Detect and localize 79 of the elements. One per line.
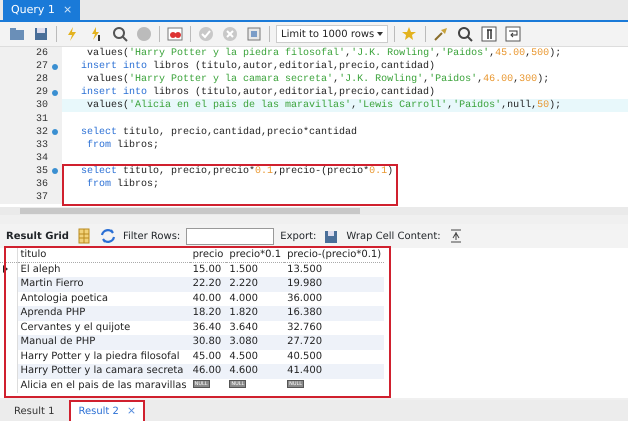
- caret-icon: [377, 32, 383, 36]
- export-label: Export:: [280, 230, 316, 244]
- column-header[interactable]: precio: [190, 248, 226, 262]
- table-cell: 27.720: [284, 335, 384, 350]
- code-line: select titulo, precio,cantidad,precio*cantidad: [81, 126, 358, 140]
- limit-dropdown[interactable]: Limit to 1000 rows: [276, 25, 388, 43]
- table-cell: Harry Potter y la camara secreta: [17, 364, 190, 378]
- table-cell: 36.000: [284, 292, 384, 306]
- table-cell: 36.40: [190, 320, 226, 335]
- line-number: 26: [36, 47, 48, 61]
- line-number: 27: [36, 60, 48, 74]
- wrap-label: Wrap Cell Content:: [346, 230, 441, 244]
- table-cell: 1.820: [226, 306, 284, 320]
- table-cell: Aprenda PHP: [17, 306, 190, 320]
- search-icon[interactable]: [456, 25, 474, 43]
- table-cell: 22.20: [190, 277, 226, 292]
- toggle-icon[interactable]: [166, 25, 184, 43]
- folder-icon[interactable]: [8, 25, 26, 43]
- table-cell: 13.500: [284, 262, 384, 277]
- panel-icon[interactable]: [245, 25, 263, 43]
- scrollbar-thumb[interactable]: [20, 208, 360, 214]
- line-number: 34: [36, 152, 48, 166]
- code-line: select titulo, precio,precio*0.1,precio-(precio*0.1): [81, 164, 394, 178]
- table-cell: 40.00: [190, 292, 226, 306]
- table-cell: 3.640: [226, 320, 284, 335]
- line-number: 30: [36, 99, 48, 114]
- check-icon[interactable]: [197, 25, 215, 43]
- magnifier-icon[interactable]: [111, 25, 129, 43]
- query-tab[interactable]: Query 1 ×: [3, 0, 80, 20]
- table-cell: El aleph: [17, 262, 190, 277]
- table-cell: Martin Fierro: [17, 277, 190, 292]
- line-number: 33: [36, 138, 48, 153]
- table-cell: 3.080: [226, 335, 284, 350]
- code-line: from libros;: [87, 138, 160, 153]
- line-number: 29: [36, 86, 48, 100]
- line-number: 35: [36, 164, 48, 179]
- wrap-icon[interactable]: [504, 25, 522, 43]
- code-line: insert into libros (titulo,autor,editorial,precio,cantidad): [81, 60, 436, 74]
- refresh-icon[interactable]: [98, 227, 117, 245]
- table-cell: 18.20: [190, 306, 226, 320]
- filter-label: Filter Rows:: [122, 230, 180, 244]
- table-cell: 40.500: [284, 350, 384, 364]
- table-cell: Harry Potter y la piedra filosofal: [17, 350, 190, 364]
- column-header[interactable]: titulo: [17, 248, 190, 262]
- table-cell: 32.760: [284, 320, 384, 335]
- table-cell: 16.380: [284, 306, 384, 320]
- save-icon[interactable]: [32, 25, 50, 43]
- code-line: values('Harry Potter y la piedra filosofal','J.K. Rowling','Paidos',45.00,500);: [86, 46, 562, 60]
- column-header[interactable]: precio*0.1: [226, 248, 284, 262]
- table-cell: Cervantes y el quijote: [17, 320, 190, 335]
- code-line: insert into libros (titulo,autor,editorial,precio,cantidad): [81, 86, 436, 100]
- paragraph-icon[interactable]: [480, 25, 498, 43]
- table-cell: 2.220: [226, 277, 284, 292]
- code-line: values('Alicia en el pais de las maravillas','Lewis Carroll','Paidos',null,50);: [86, 98, 562, 114]
- result-tab[interactable]: Result 1: [6, 402, 62, 421]
- line-number: 28: [36, 73, 48, 87]
- table-cell: 30.80: [190, 335, 226, 350]
- table-cell: 46.00: [190, 364, 226, 378]
- line-number: 37: [36, 191, 48, 206]
- line-number: 31: [36, 112, 48, 127]
- table-cell: 41.400: [284, 364, 384, 378]
- table-cell: Antologia poetica: [17, 292, 190, 306]
- table-cell: Manual de PHP: [17, 335, 190, 350]
- table-cell: 1.500: [226, 262, 284, 277]
- line-number: 32: [36, 126, 48, 140]
- table-cell: 19.980: [284, 277, 384, 292]
- table-cell: Alicia en el pais de las maravillas: [17, 378, 190, 393]
- table-cell: 4.000: [226, 292, 284, 306]
- table-cell: 4.500: [226, 350, 284, 364]
- table-cell: 4.600: [226, 364, 284, 378]
- code-line: values('Harry Potter y la camara secreta','J.K. Rowling','Paidos',46.00,300);: [86, 72, 550, 86]
- result-tab[interactable]: Result 2 ×: [70, 401, 144, 421]
- line-number: 36: [36, 178, 48, 192]
- table-cell: 15.00: [190, 262, 226, 277]
- table-cell: 45.00: [190, 350, 226, 364]
- result-grid-label[interactable]: Result Grid: [6, 228, 69, 244]
- code-line: from libros;: [87, 178, 160, 192]
- column-header[interactable]: precio-(precio*0.1): [284, 248, 384, 262]
- filter-field[interactable]: [186, 228, 274, 244]
